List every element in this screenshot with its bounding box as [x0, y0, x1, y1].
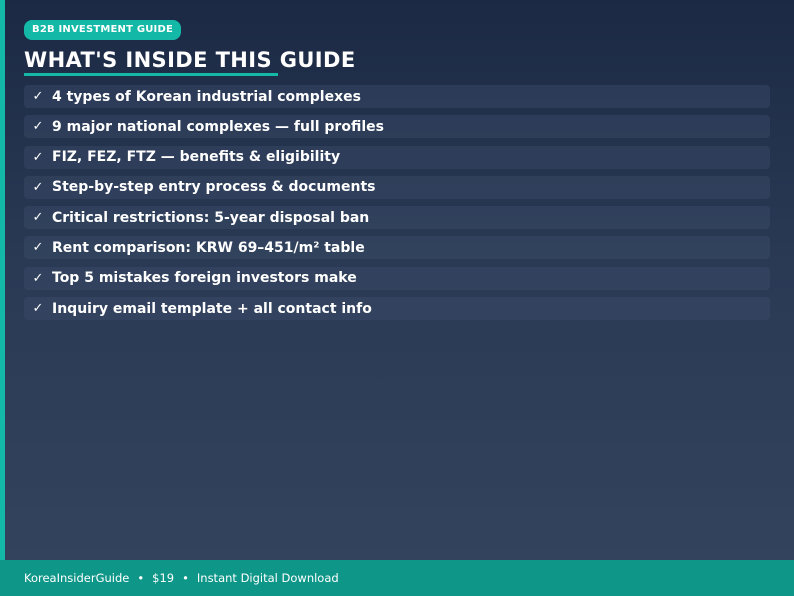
- list-item: ✓ Top 5 mistakes foreign investors make: [24, 266, 770, 290]
- list-item: ✓ Step-by-step entry process & documents: [24, 175, 770, 199]
- feature-list: ✓ 4 types of Korean industrial complexes…: [24, 85, 770, 327]
- list-item: ✓ FIZ, FEZ, FTZ — benefits & eligibility: [24, 145, 770, 169]
- footer-separator: •: [182, 571, 189, 585]
- list-item-label: Rent comparison: KRW 69–451/m² table: [52, 239, 365, 256]
- list-item-label: Top 5 mistakes foreign investors make: [52, 270, 357, 287]
- check-icon: ✓: [32, 89, 44, 104]
- footer-brand: KoreaInsiderGuide: [24, 571, 130, 585]
- footer-bar: KoreaInsiderGuide • $19 • Instant Digita…: [0, 560, 794, 596]
- list-item: ✓ 4 types of Korean industrial complexes: [24, 85, 770, 108]
- left-accent-bar: [0, 0, 5, 560]
- title-underline: [24, 73, 278, 76]
- check-icon: ✓: [32, 210, 44, 226]
- check-icon: ✓: [32, 240, 44, 256]
- list-item: ✓ Inquiry email template + all contact i…: [24, 297, 770, 321]
- list-item: ✓ Critical restrictions: 5-year disposal…: [24, 206, 770, 230]
- page-title: WHAT'S INSIDE THIS GUIDE: [24, 48, 356, 72]
- list-item-label: Step-by-step entry process & documents: [52, 179, 376, 196]
- footer-separator: •: [137, 571, 145, 585]
- list-item-label: Critical restrictions: 5-year disposal b…: [52, 209, 370, 226]
- check-icon: ✓: [32, 301, 44, 317]
- footer-delivery: Instant Digital Download: [196, 571, 339, 585]
- check-icon: ✓: [32, 149, 44, 165]
- category-badge: B2B INVESTMENT GUIDE: [24, 20, 182, 40]
- list-item-label: Inquiry email template + all contact inf…: [52, 300, 372, 317]
- check-icon: ✓: [32, 119, 44, 135]
- list-item-label: 9 major national complexes — full profil…: [52, 118, 384, 135]
- footer-price: $19: [152, 571, 175, 585]
- list-item-label: 4 types of Korean industrial complexes: [52, 88, 361, 105]
- check-icon: ✓: [32, 270, 44, 286]
- list-item-label: FIZ, FEZ, FTZ — benefits & eligibility: [52, 149, 341, 166]
- check-icon: ✓: [32, 179, 44, 195]
- list-item: ✓ 9 major national complexes — full prof…: [24, 115, 770, 139]
- list-item: ✓ Rent comparison: KRW 69–451/m² table: [24, 236, 770, 260]
